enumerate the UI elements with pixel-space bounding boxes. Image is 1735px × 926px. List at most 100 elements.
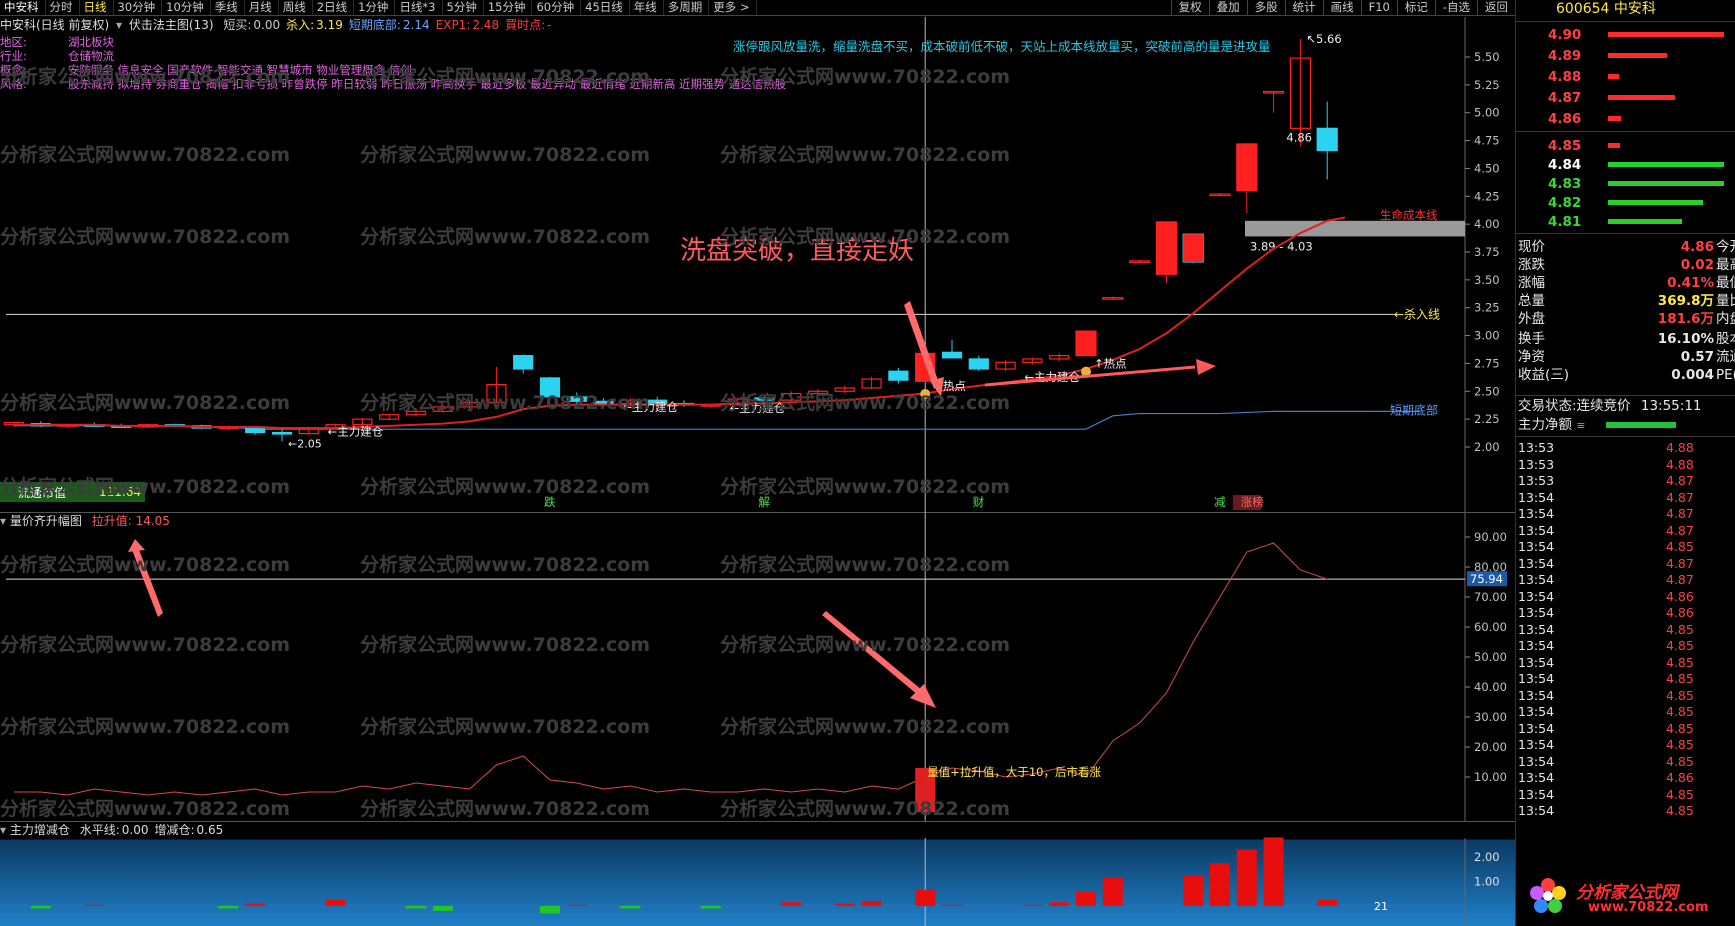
trade-row[interactable]: 13:54 4.87	[1516, 556, 1735, 572]
sub2-bar	[1102, 877, 1123, 906]
trade-row[interactable]: 13:54 4.85	[1516, 655, 1735, 671]
sub2-bar	[540, 906, 560, 914]
period-tab[interactable]: 60分钟	[532, 0, 582, 15]
trade-price: 4.85	[1666, 803, 1694, 818]
ask-price: 4.87	[1548, 90, 1582, 106]
trade-row[interactable]: 13:54 4.86	[1516, 770, 1735, 786]
trade-row[interactable]: 13:53 4.88	[1516, 457, 1735, 473]
trade-time: 13:54	[1518, 506, 1555, 521]
trade-row[interactable]: 13:54 4.85	[1516, 721, 1735, 737]
period-tab[interactable]: 30分钟	[114, 0, 163, 15]
trade-row[interactable]: 13:54 4.85	[1516, 787, 1735, 803]
bid-price: 4.81	[1548, 214, 1582, 230]
quote-row: 涨跌 0.02最高	[1516, 256, 1735, 274]
trade-row[interactable]: 13:54 4.85	[1516, 704, 1735, 720]
period-tab[interactable]: 更多 >	[709, 0, 757, 15]
main-net-label[interactable]: 主力净额	[1518, 417, 1572, 433]
toolbar-button[interactable]: -自选	[1434, 0, 1477, 15]
trade-row[interactable]: 13:54 4.85	[1516, 688, 1735, 704]
period-tab[interactable]: 年线	[630, 0, 664, 15]
toolbar-button[interactable]: F10	[1360, 0, 1397, 15]
quote-value: 16.10%	[1657, 331, 1714, 347]
toolbar-button[interactable]: 返回	[1477, 0, 1515, 15]
price-tick-label: 4.75	[1474, 134, 1500, 148]
trade-row[interactable]: 13:54 4.85	[1516, 539, 1735, 555]
sub2-bar-chart: 2.00 1.00 21	[0, 837, 1500, 926]
ask-price: 4.90	[1548, 27, 1582, 43]
stock-header: 600654 中安科	[1516, 0, 1735, 20]
float-mv-value: 111.64	[99, 485, 141, 499]
trade-row[interactable]: 13:54 4.85	[1516, 671, 1735, 687]
bottom-mark-label: 减	[1214, 495, 1226, 509]
candlestick-chart: 5.50 5.25 5.00 4.75 4.50 4.25 4.00 3.75 3.50 3.25…	[3, 17, 1500, 512]
trade-row[interactable]: 13:53 4.87	[1516, 473, 1735, 489]
period-tab[interactable]: 分时	[46, 0, 80, 15]
sub1-tick-label: 50.00	[1474, 650, 1507, 664]
low-price-label: ←2.05	[288, 437, 322, 450]
period-tab[interactable]: 45日线	[581, 0, 630, 15]
quote-value: 369.8万	[1657, 293, 1714, 309]
trade-time: 13:54	[1518, 638, 1555, 653]
period-tab[interactable]: 10分钟	[162, 0, 211, 15]
bottom-mark-label: 财	[973, 495, 985, 509]
trade-row[interactable]: 13:54 4.86	[1516, 589, 1735, 605]
period-tab[interactable]: 季线	[211, 0, 245, 15]
trade-row[interactable]: 13:54 4.87	[1516, 572, 1735, 588]
annotation-arrow	[132, 547, 163, 617]
menu-icon[interactable]: ≡	[1576, 419, 1585, 432]
sub2-bar	[84, 904, 105, 906]
toolbar-button[interactable]: 统计	[1284, 0, 1323, 15]
toolbar-button[interactable]: 画线	[1322, 0, 1361, 15]
candle-body	[888, 370, 909, 381]
trade-time: 13:54	[1518, 786, 1555, 802]
candle-body	[1316, 127, 1338, 152]
period-tab[interactable]: 15分钟	[484, 0, 533, 15]
stock-name-tab[interactable]: 中安科	[0, 0, 46, 15]
period-tab[interactable]: 多周期	[664, 0, 710, 15]
toolbar-button[interactable]: 标记	[1396, 0, 1435, 15]
toolbar-button[interactable]: 复权	[1170, 0, 1209, 15]
trade-row[interactable]: 13:54 4.85	[1516, 622, 1735, 638]
trade-row[interactable]: 13:54 4.86	[1516, 605, 1735, 621]
toolbar-button[interactable]: 多股	[1246, 0, 1285, 15]
trade-price: 4.88	[1666, 440, 1694, 455]
trade-row[interactable]: 13:53 4.88	[1516, 440, 1735, 456]
bid-row: 4.81	[1516, 213, 1735, 231]
quote-value: 181.6万	[1657, 311, 1714, 327]
ask-row: 4.90	[1516, 26, 1735, 44]
quote-label: 收益(三)	[1518, 367, 1570, 383]
trade-row[interactable]: 13:54 4.85	[1516, 803, 1735, 819]
period-tab[interactable]: 日线	[80, 0, 114, 15]
trade-row[interactable]: 13:54 4.85	[1516, 638, 1735, 654]
trade-time: 13:53	[1518, 456, 1555, 472]
sub2-bar	[1236, 849, 1257, 906]
trade-time: 13:54	[1518, 687, 1555, 703]
bid-volume-bar	[1608, 181, 1724, 186]
period-tab[interactable]: 2日线	[313, 0, 355, 15]
period-tab[interactable]: 1分钟	[354, 0, 396, 15]
trade-state-value: 连续竞价	[1576, 398, 1631, 414]
trade-row[interactable]: 13:54 4.87	[1516, 506, 1735, 522]
toolbar-button[interactable]: 叠加	[1208, 0, 1247, 15]
ask-volume-bar	[1608, 95, 1675, 100]
trade-row[interactable]: 13:54 4.85	[1516, 737, 1735, 753]
candle-body-filled	[1236, 143, 1257, 191]
float-mv-label: 流通市值	[18, 485, 67, 500]
build-position-label: ←主力建仓	[328, 424, 384, 438]
annotation-arrow	[822, 611, 922, 695]
period-tab[interactable]: 5分钟	[443, 0, 484, 15]
period-tab[interactable]: 月线	[245, 0, 279, 15]
trade-row[interactable]: 13:54 4.87	[1516, 523, 1735, 539]
sub2-bar	[620, 906, 641, 909]
trade-price: 4.87	[1666, 555, 1694, 571]
quote-row: 外盘 181.6万内盘	[1516, 310, 1735, 328]
sub2-bar	[861, 901, 882, 906]
trade-row[interactable]: 13:54 4.87	[1516, 490, 1735, 506]
price-tick-label: 5.00	[1474, 106, 1500, 120]
quote-label: 净资	[1518, 349, 1545, 365]
trade-time: 13:54	[1518, 770, 1555, 785]
period-tab[interactable]: 日线*3	[395, 0, 443, 15]
trade-time: 13:54	[1518, 489, 1555, 505]
period-tab[interactable]: 周线	[279, 0, 313, 15]
trade-row[interactable]: 13:54 4.85	[1516, 754, 1735, 770]
